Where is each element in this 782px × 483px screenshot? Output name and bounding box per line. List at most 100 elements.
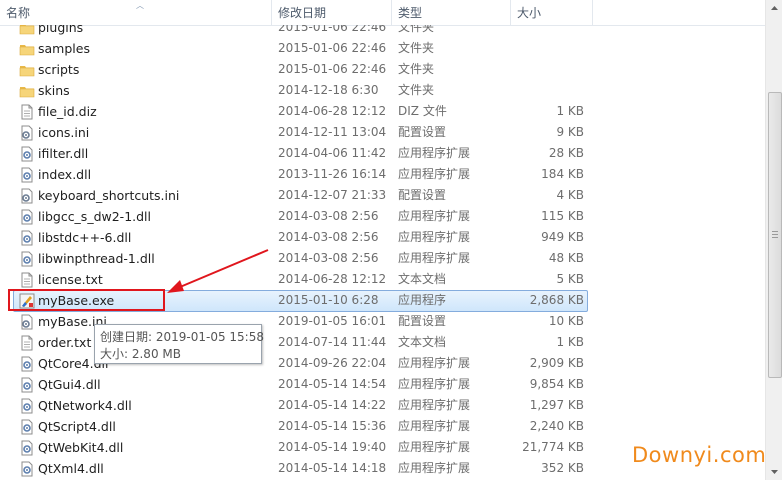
scroll-thumb[interactable]	[768, 92, 782, 378]
vertical-scrollbar[interactable]	[765, 0, 782, 480]
column-divider[interactable]	[271, 0, 272, 25]
file-date: 2014-07-14 11:44	[278, 335, 387, 349]
file-date: 2015-01-10 6:28	[278, 293, 379, 307]
dll-file-icon	[19, 377, 35, 393]
file-list[interactable]: plugins 2015-01-06 22:46 文件夹 samples 2015-01…	[0, 25, 765, 480]
file-tooltip: 创建日期: 2019-01-05 15:58 大小: 2.80 MB	[94, 324, 264, 364]
file-size: 5 KB	[556, 272, 584, 286]
column-date[interactable]: 修改日期	[278, 0, 326, 25]
scroll-down-button[interactable]	[766, 463, 782, 480]
column-divider[interactable]	[592, 0, 593, 25]
tooltip-created: 创建日期: 2019-01-05 15:58	[100, 330, 264, 344]
file-row[interactable]: keyboard_shortcuts.ini 2014-12-07 21:33 配置…	[0, 185, 765, 206]
file-row[interactable]: icons.ini 2014-12-11 13:04 配置设置 9 KB	[0, 122, 765, 143]
file-name: QtGui4.dll	[38, 377, 101, 392]
file-type: 应用程序扩展	[398, 209, 471, 223]
file-row[interactable]: plugins 2015-01-06 22:46 文件夹	[0, 25, 765, 38]
file-row[interactable]: QtGui4.dll 2014-05-14 14:54 应用程序扩展 9,854 KB	[0, 374, 765, 395]
file-date: 2014-05-14 14:54	[278, 377, 387, 391]
file-date: 2014-04-06 11:42	[278, 146, 387, 160]
dll-file-icon	[19, 398, 35, 414]
column-divider[interactable]	[510, 0, 511, 25]
file-row[interactable]: libwinpthread-1.dll 2014-03-08 2:56 应用程序扩展…	[0, 248, 765, 269]
scroll-up-button[interactable]	[766, 0, 782, 17]
file-size: 9,854 KB	[529, 377, 584, 391]
column-name[interactable]: 名称	[6, 0, 30, 25]
settings-file-icon	[19, 188, 35, 204]
file-date: 2014-05-14 14:22	[278, 398, 387, 412]
file-size: 2,909 KB	[529, 356, 584, 370]
file-date: 2015-01-06 22:46	[278, 41, 387, 55]
file-type: 文本文档	[398, 335, 447, 349]
file-type: 应用程序扩展	[398, 251, 471, 265]
file-name: libwinpthread-1.dll	[38, 251, 155, 266]
file-size: 184 KB	[541, 167, 584, 181]
file-type: 配置设置	[398, 188, 447, 202]
file-size: 115 KB	[541, 209, 584, 223]
file-size: 28 KB	[548, 146, 584, 160]
file-type: 文件夹	[398, 25, 435, 34]
settings-file-icon	[19, 314, 35, 330]
dll-file-icon	[19, 419, 35, 435]
file-date: 2014-05-14 19:40	[278, 440, 387, 454]
file-name: QtNetwork4.dll	[38, 398, 132, 413]
file-date: 2014-09-26 22:04	[278, 356, 387, 370]
file-size: 1,297 KB	[529, 398, 584, 412]
file-date: 2015-01-06 22:46	[278, 62, 387, 76]
sort-ascending-icon: ︿	[136, 1, 144, 10]
column-header: ︿ 名称 修改日期 类型 大小	[0, 0, 765, 26]
file-row[interactable]: libstdc++-6.dll 2014-03-08 2:56 应用程序扩展 949 …	[0, 227, 765, 248]
file-date: 2013-11-26 16:14	[278, 167, 387, 181]
file-row[interactable]: samples 2015-01-06 22:46 文件夹	[0, 38, 765, 59]
file-row[interactable]: libgcc_s_dw2-1.dll 2014-03-08 2:56 应用程序扩展 1…	[0, 206, 765, 227]
file-type: DIZ 文件	[398, 104, 447, 118]
file-type: 应用程序扩展	[398, 461, 471, 475]
file-date: 2019-01-05 16:01	[278, 314, 387, 328]
dll-file-icon	[19, 356, 35, 372]
file-type: 应用程序扩展	[398, 356, 471, 370]
column-divider[interactable]	[391, 0, 392, 25]
file-row[interactable]: skins 2014-12-18 6:30 文件夹	[0, 80, 765, 101]
file-row[interactable]: license.txt 2014-06-28 12:12 文本文档 5 KB	[0, 269, 765, 290]
dll-file-icon	[19, 440, 35, 456]
file-size: 2,240 KB	[529, 419, 584, 433]
folder-icon	[19, 41, 35, 57]
file-row[interactable]: file_id.diz 2014-06-28 12:12 DIZ 文件 1 KB	[0, 101, 765, 122]
file-type: 文本文档	[398, 272, 447, 286]
file-date: 2014-06-28 12:12	[278, 104, 387, 118]
dll-file-icon	[19, 230, 35, 246]
file-row[interactable]: index.dll 2013-11-26 16:14 应用程序扩展 184 KB	[0, 164, 765, 185]
settings-file-icon	[19, 125, 35, 141]
file-type: 应用程序扩展	[398, 146, 471, 160]
file-size: 1 KB	[556, 335, 584, 349]
column-size[interactable]: 大小	[517, 0, 541, 25]
dll-file-icon	[19, 251, 35, 267]
file-type: 应用程序扩展	[398, 377, 471, 391]
file-size: 1 KB	[556, 104, 584, 118]
folder-icon	[19, 83, 35, 99]
column-type[interactable]: 类型	[398, 0, 422, 25]
file-size: 21,774 KB	[522, 440, 584, 454]
dll-file-icon	[19, 209, 35, 225]
file-date: 2014-12-07 21:33	[278, 188, 387, 202]
file-size: 2,868 KB	[529, 293, 584, 307]
file-size: 352 KB	[541, 461, 584, 475]
file-name: QtScript4.dll	[38, 419, 116, 434]
file-row[interactable]: ifilter.dll 2014-04-06 11:42 应用程序扩展 28 KB	[0, 143, 765, 164]
file-type: 应用程序扩展	[398, 440, 471, 454]
file-type: 文件夹	[398, 41, 435, 55]
file-name: QtXml4.dll	[38, 461, 104, 476]
file-date: 2014-12-11 13:04	[278, 125, 387, 139]
file-row[interactable]: QtScript4.dll 2014-05-14 15:36 应用程序扩展 2,240…	[0, 416, 765, 437]
watermark: Downyi.com	[632, 443, 767, 467]
file-date: 2014-06-28 12:12	[278, 272, 387, 286]
file-type: 应用程序扩展	[398, 398, 471, 412]
file-date: 2014-03-08 2:56	[278, 209, 379, 223]
file-row[interactable]: scripts 2015-01-06 22:46 文件夹	[0, 59, 765, 80]
folder-icon	[19, 62, 35, 78]
file-name: scripts	[38, 62, 80, 77]
dll-file-icon	[19, 146, 35, 162]
file-row[interactable]: QtNetwork4.dll 2014-05-14 14:22 应用程序扩展 1,29…	[0, 395, 765, 416]
file-size: 949 KB	[541, 230, 584, 244]
file-type: 文件夹	[398, 83, 435, 97]
